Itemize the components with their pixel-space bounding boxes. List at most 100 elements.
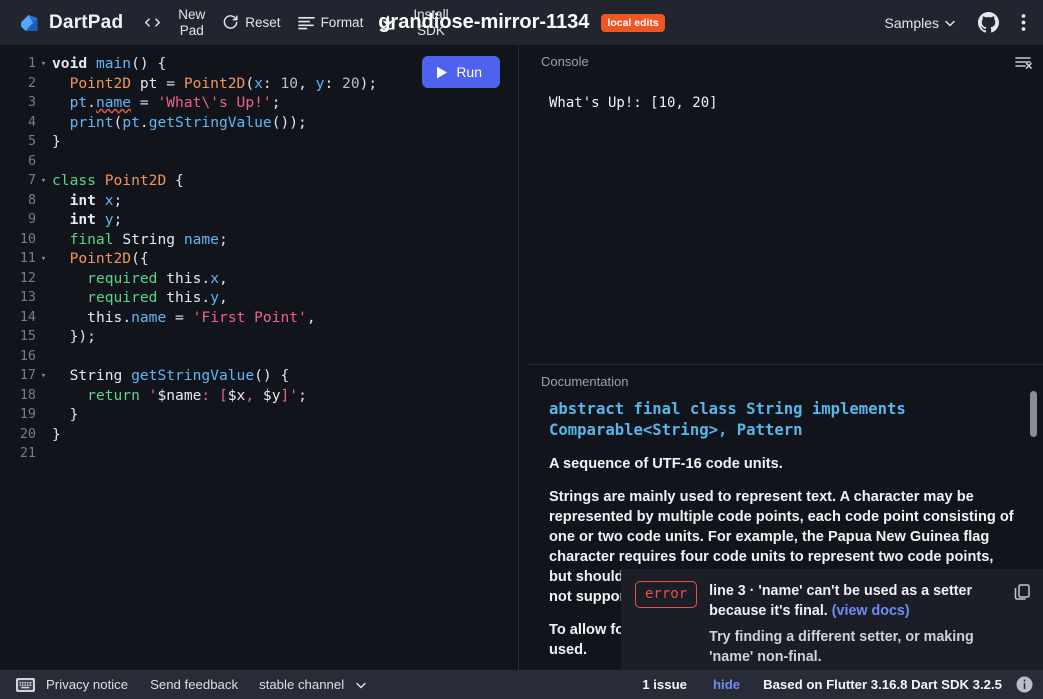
line-number: 1: [27, 56, 36, 71]
format-lines-icon: [297, 15, 315, 30]
keyboard-icon[interactable]: [16, 677, 35, 692]
code-line[interactable]: 9 int y;: [0, 210, 518, 230]
page-title: grandiose-mirror-1134: [378, 11, 590, 33]
info-icon[interactable]: [1016, 676, 1033, 693]
issue-panel: error line 3 · 'name' can't be used as a…: [621, 569, 1043, 670]
view-docs-link[interactable]: (view docs): [832, 603, 910, 619]
code-text: int x;: [69, 191, 123, 209]
code-text: String getStringValue() {: [69, 367, 290, 384]
vertical-splitter[interactable]: [518, 45, 527, 670]
send-feedback-link[interactable]: Send feedback: [139, 677, 249, 692]
documentation-panel: Documentation abstract final class Strin…: [527, 365, 1043, 670]
code-line[interactable]: 11 ▾ Point2D({: [0, 249, 518, 269]
code-line[interactable]: 10 final String name;: [0, 230, 518, 250]
line-number: 5: [27, 134, 36, 149]
dartpad-app: DartPad New Pad Reset Format Install SDK…: [0, 0, 1043, 699]
line-number: 7: [27, 173, 36, 188]
reset-label: Reset: [245, 14, 281, 30]
code-line[interactable]: 21: [0, 444, 518, 464]
fold-arrow-icon[interactable]: ▾: [38, 366, 49, 386]
overflow-menu-button[interactable]: [1014, 10, 1033, 35]
code-line[interactable]: 4 print(pt.getStringValue());: [0, 113, 518, 133]
refresh-icon: [222, 14, 239, 31]
samples-dropdown[interactable]: Samples: [879, 11, 963, 35]
horizontal-splitter[interactable]: [527, 357, 1043, 365]
dart-logo-icon: [18, 12, 40, 34]
hide-issues-button[interactable]: hide: [700, 677, 753, 692]
code-text: class Point2D {: [52, 172, 184, 189]
new-pad-label-line1: New: [178, 7, 206, 23]
fold-arrow-icon[interactable]: ▾: [38, 249, 49, 269]
line-number: 17: [19, 368, 36, 383]
line-number: 6: [27, 153, 36, 169]
code-line[interactable]: 15 });: [0, 327, 518, 347]
privacy-notice-link[interactable]: Privacy notice: [35, 677, 139, 692]
code-text: void main() {: [52, 55, 167, 72]
copy-icon[interactable]: [1014, 581, 1031, 670]
reset-button[interactable]: Reset: [215, 11, 287, 34]
code-line[interactable]: 13 required this.y,: [0, 288, 518, 308]
code-text: }: [52, 406, 79, 423]
line-number: 20: [19, 426, 36, 442]
app-header: DartPad New Pad Reset Format Install SDK…: [0, 0, 1043, 45]
clear-console-icon[interactable]: [1013, 55, 1033, 76]
code-text: });: [52, 328, 96, 345]
line-number: 11: [19, 251, 36, 266]
format-button[interactable]: Format: [291, 12, 371, 33]
run-label: Run: [456, 64, 482, 80]
line-number: 8: [27, 192, 36, 208]
right-column: Console What's Up!: [10, 20] Documentati…: [527, 45, 1043, 670]
status-badge: local edits: [601, 13, 665, 32]
new-pad-label-line2: Pad: [179, 22, 204, 38]
new-pad-button[interactable]: New Pad: [171, 4, 212, 40]
code-line[interactable]: 19 }: [0, 405, 518, 425]
documentation-title: Documentation: [541, 374, 629, 389]
code-text: Point2D pt = Point2D(x: 10, y: 20);: [69, 74, 378, 92]
console-output: What's Up!: [10, 20]: [549, 95, 718, 111]
code-line[interactable]: 3 pt.name = 'What\'s Up!';: [0, 93, 518, 113]
code-line[interactable]: 5}: [0, 132, 518, 152]
issue-text-group: line 3 · 'name' can't be used as a sette…: [709, 581, 1002, 670]
channel-dropdown[interactable]: stable channel: [249, 677, 378, 692]
status-bar: Privacy notice Send feedback stable chan…: [0, 670, 1043, 699]
line-number: 13: [19, 290, 36, 305]
code-line[interactable]: 14 this.name = 'First Point',: [0, 308, 518, 328]
code-text: }: [52, 425, 61, 443]
code-text: this.name = 'First Point',: [87, 308, 316, 326]
code-line[interactable]: 17 ▾ String getStringValue() {: [0, 366, 518, 386]
line-number: 19: [19, 407, 36, 422]
code-line[interactable]: 7 ▾ class Point2D {: [0, 171, 518, 191]
code-line[interactable]: 18 return '$name: [$x, $y]';: [0, 386, 518, 406]
code-editor[interactable]: 1 ▾ void main() {2 Point2D pt = Point2D(x:…: [0, 45, 518, 464]
fold-arrow-icon[interactable]: ▾: [38, 171, 49, 191]
github-button[interactable]: [971, 9, 1006, 36]
code-line[interactable]: 20}: [0, 425, 518, 445]
doc-scrollbar[interactable]: [1030, 391, 1037, 437]
run-button[interactable]: Run: [422, 56, 500, 88]
code-text: pt.name = 'What\'s Up!';: [69, 94, 281, 111]
play-icon: [436, 66, 448, 79]
issue-correction: Try finding a different setter, or makin…: [709, 629, 974, 665]
line-number: 18: [19, 387, 36, 403]
code-line[interactable]: 12 required this.x,: [0, 269, 518, 289]
code-text: final String name;: [69, 230, 228, 248]
fold-arrow-icon[interactable]: ▾: [38, 54, 49, 74]
code-editor-pane[interactable]: 1 ▾ void main() {2 Point2D pt = Point2D(x:…: [0, 45, 518, 670]
code-toggle-button[interactable]: [137, 12, 168, 33]
code-line[interactable]: 6: [0, 152, 518, 172]
doc-paragraph: A sequence of UTF-16 code units.: [549, 456, 783, 472]
chevron-down-icon: [354, 678, 368, 692]
doc-signature: abstract final class String implements C…: [549, 400, 906, 439]
code-line[interactable]: 16: [0, 347, 518, 367]
issue-message-row: line 3 · 'name' can't be used as a sette…: [709, 581, 1002, 621]
code-line[interactable]: 8 int x;: [0, 191, 518, 211]
status-bar-right: 1 issue hide Based on Flutter 3.16.8 Dar…: [629, 676, 1033, 693]
